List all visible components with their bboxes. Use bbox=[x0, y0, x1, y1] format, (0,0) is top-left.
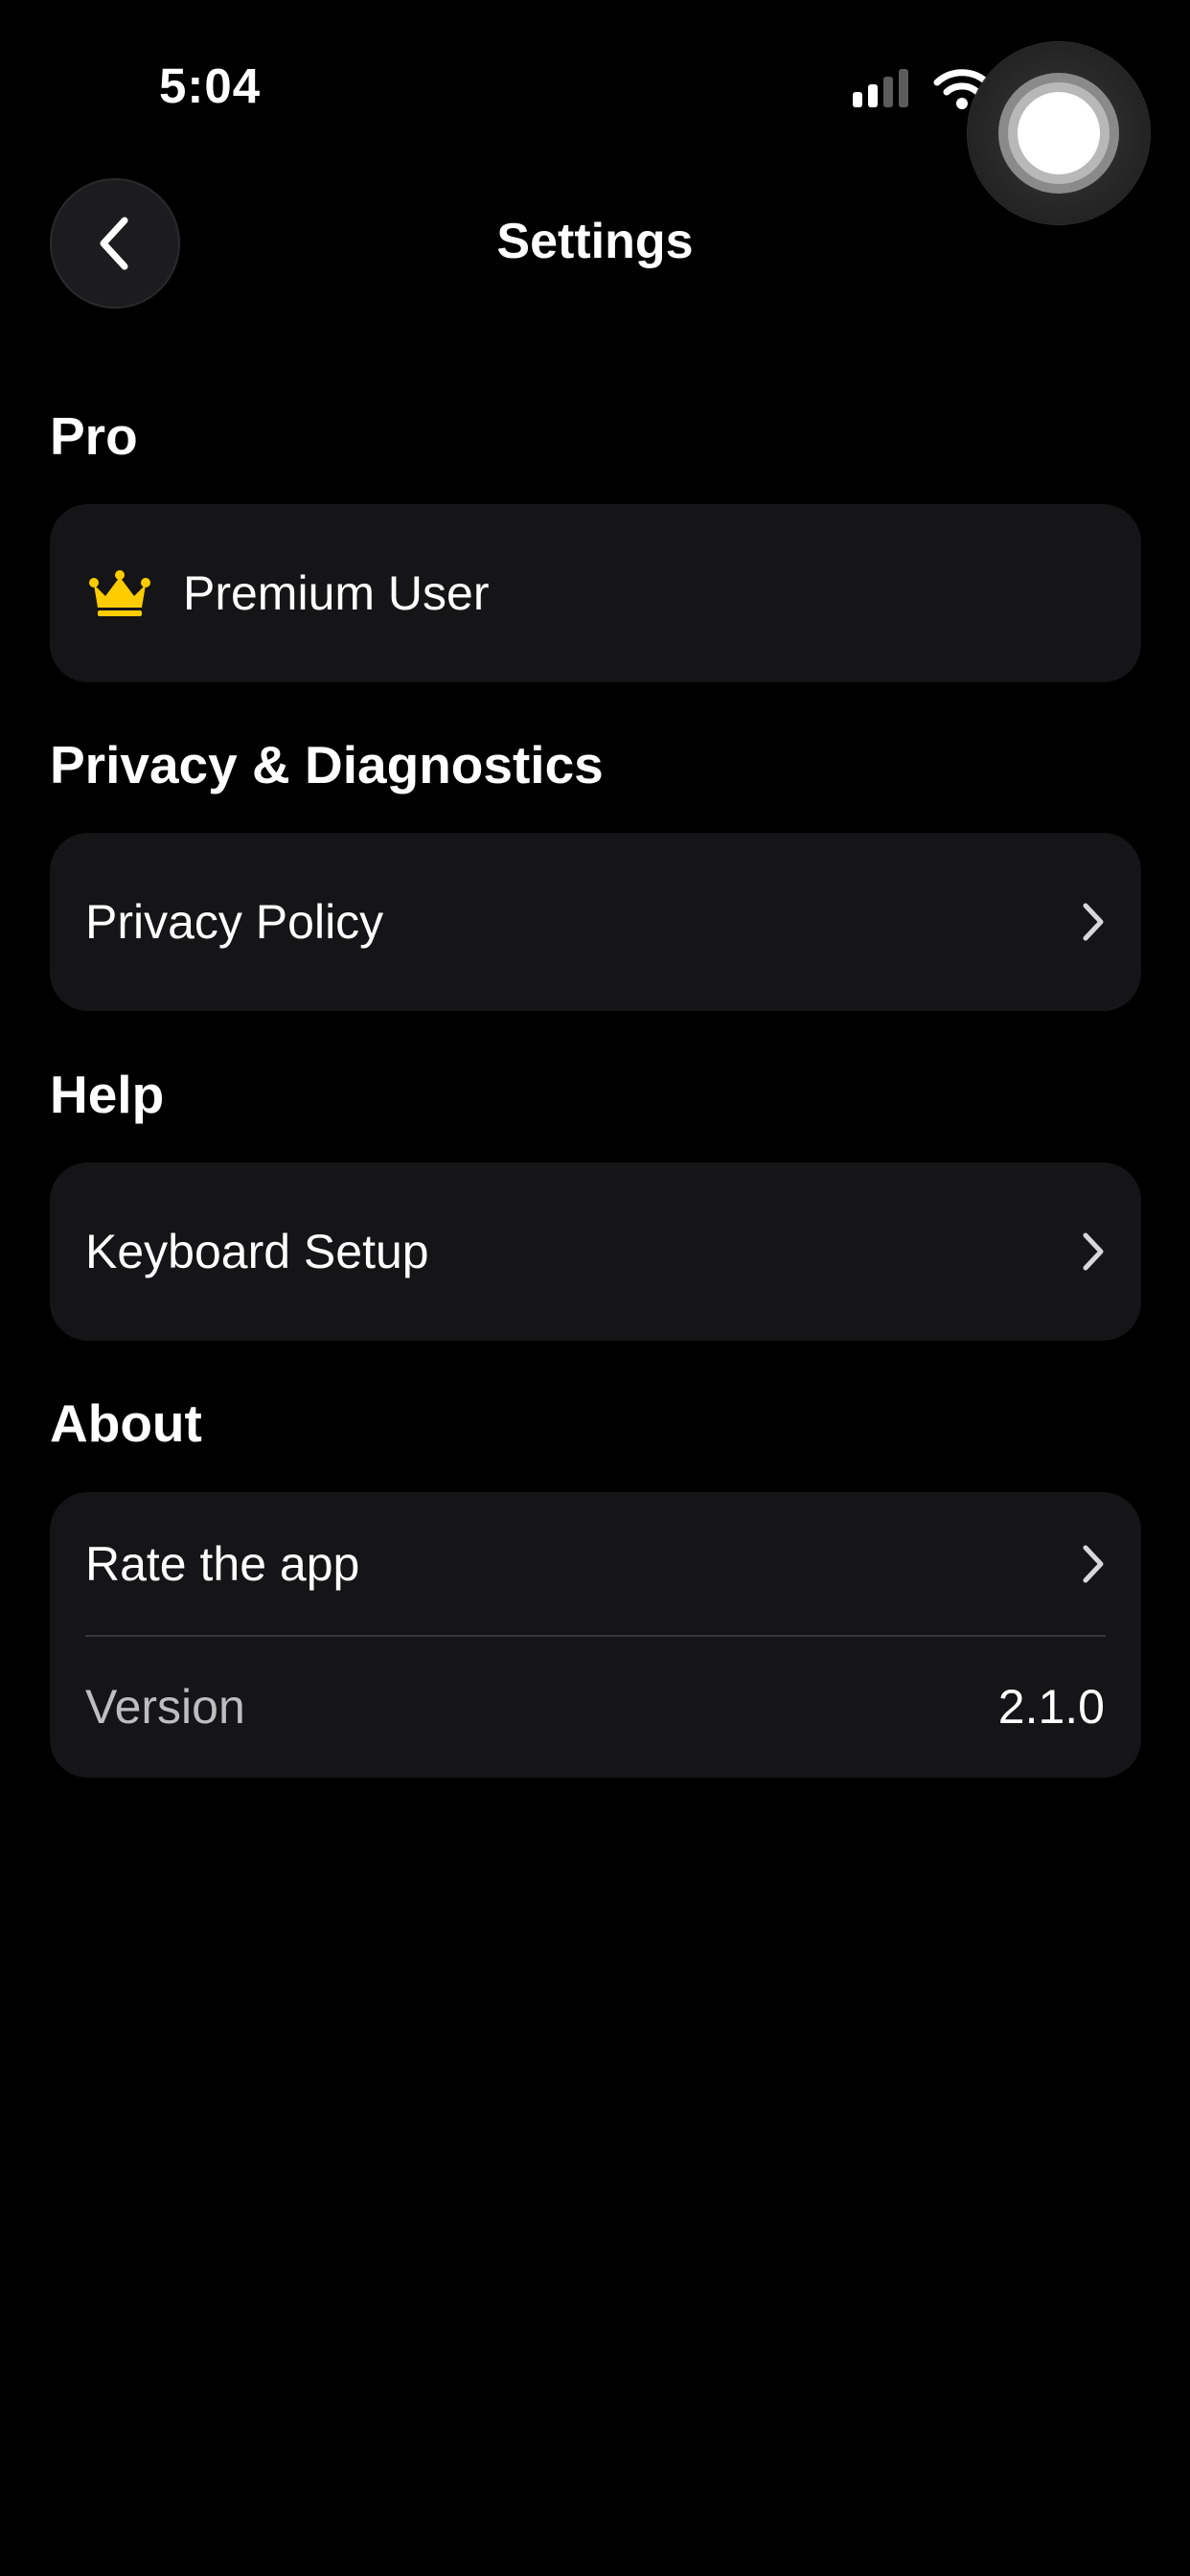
rate-app-label: Rate the app bbox=[85, 1537, 360, 1591]
cellular-signal-icon bbox=[853, 69, 908, 107]
assistive-touch-button[interactable] bbox=[968, 42, 1150, 224]
premium-user-label: Premium User bbox=[183, 566, 490, 620]
privacy-policy-label: Privacy Policy bbox=[85, 895, 384, 949]
premium-user-row[interactable]: Premium User bbox=[50, 504, 1141, 682]
assistive-touch-core bbox=[1018, 92, 1100, 174]
privacy-card: Privacy Policy bbox=[50, 833, 1141, 1011]
help-card: Keyboard Setup bbox=[50, 1162, 1141, 1341]
page-title: Settings bbox=[496, 214, 694, 269]
version-label: Version bbox=[85, 1680, 245, 1734]
section-header-about: About bbox=[50, 1393, 202, 1453]
status-time: 5:04 bbox=[159, 58, 262, 113]
chevron-right-icon bbox=[1083, 1232, 1104, 1271]
privacy-policy-row[interactable]: Privacy Policy bbox=[50, 833, 1141, 1011]
about-card: Rate the app Version 2.1.0 bbox=[50, 1492, 1141, 1778]
version-row: Version 2.1.0 bbox=[50, 1636, 1141, 1778]
keyboard-setup-label: Keyboard Setup bbox=[85, 1225, 429, 1278]
rate-app-row[interactable]: Rate the app bbox=[50, 1492, 1141, 1636]
keyboard-setup-row[interactable]: Keyboard Setup bbox=[50, 1162, 1141, 1341]
chevron-right-icon bbox=[1083, 903, 1104, 941]
crown-icon bbox=[89, 570, 150, 616]
section-header-privacy: Privacy & Diagnostics bbox=[50, 735, 604, 794]
section-header-help: Help bbox=[50, 1065, 165, 1124]
version-value: 2.1.0 bbox=[997, 1680, 1105, 1734]
chevron-right-icon bbox=[1083, 1545, 1104, 1583]
section-header-pro: Pro bbox=[50, 406, 138, 466]
pro-card: Premium User bbox=[50, 504, 1141, 682]
